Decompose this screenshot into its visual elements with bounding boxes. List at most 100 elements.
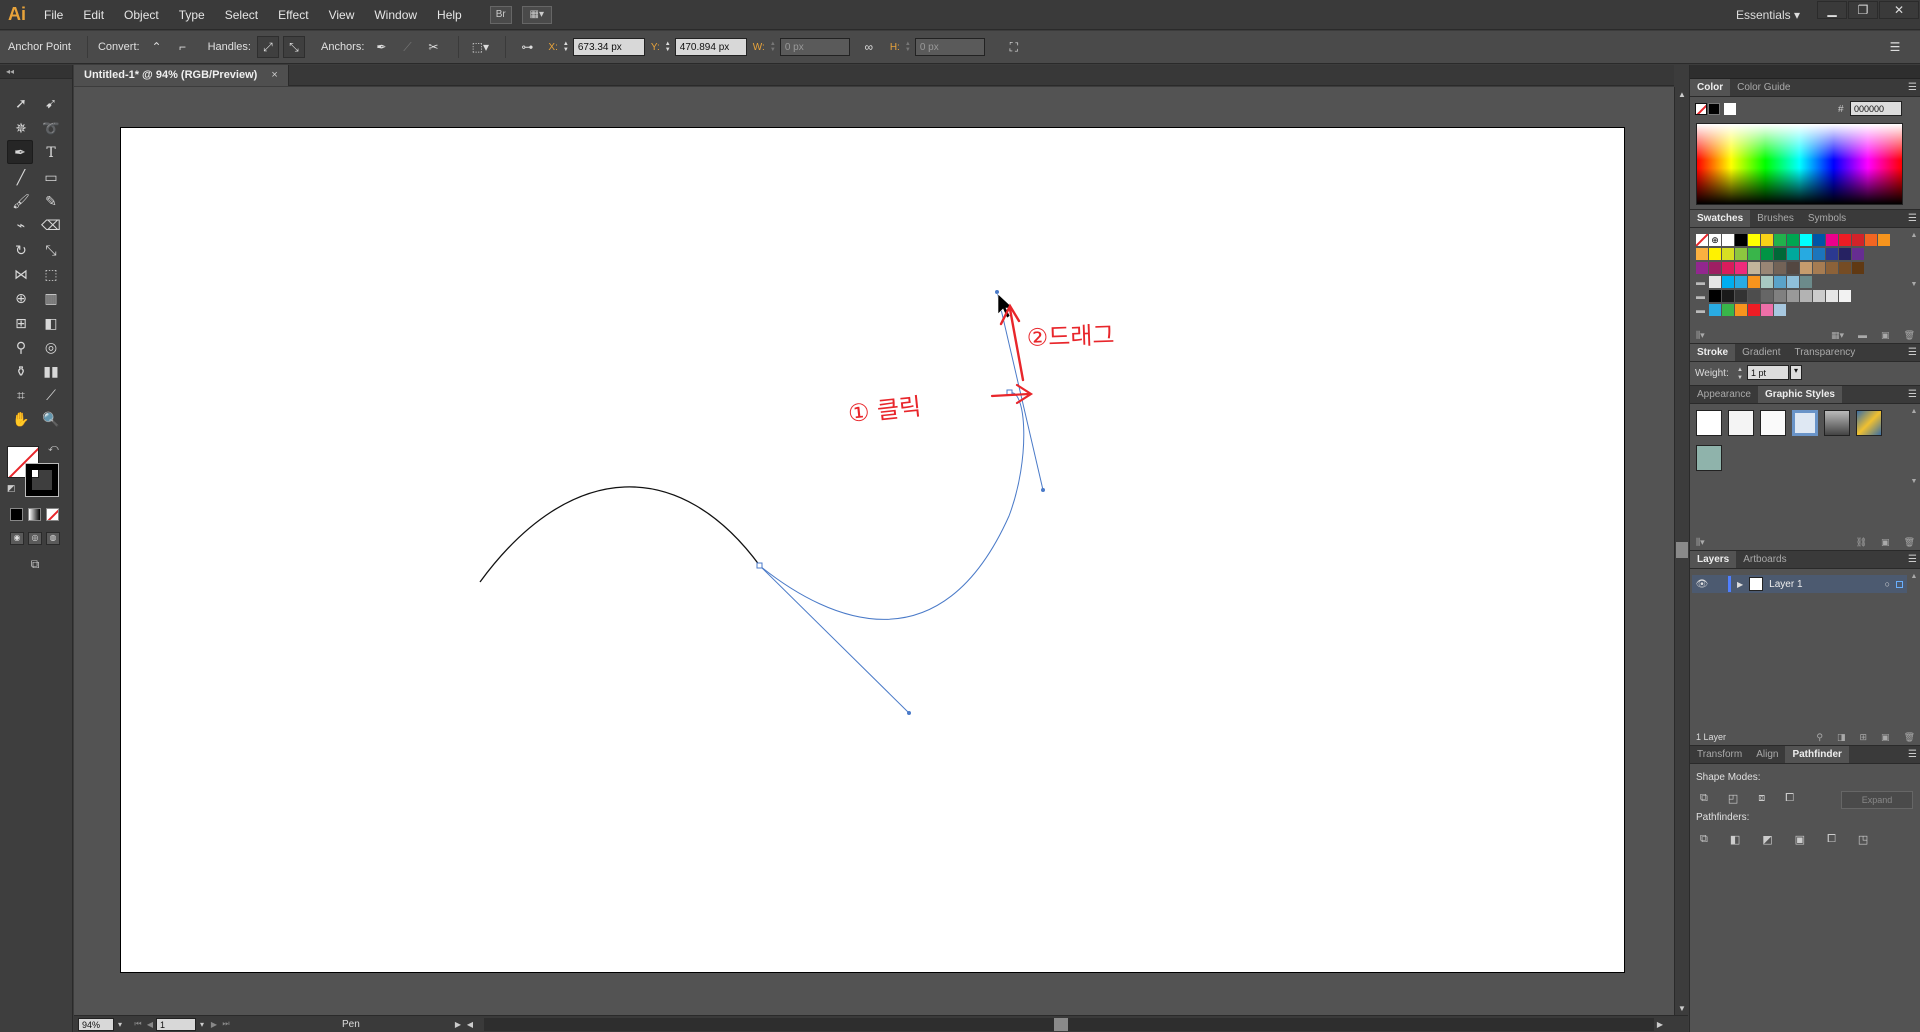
new-layer-icon[interactable]: ▣ — [1881, 732, 1890, 743]
workspace-switcher[interactable]: Essentials ▾ — [1736, 0, 1800, 30]
tab-pathfinder[interactable]: Pathfinder — [1785, 746, 1849, 763]
swatch-none[interactable] — [1696, 234, 1708, 246]
swatch[interactable] — [1839, 248, 1851, 260]
paintbrush-tool[interactable]: 🖌 — [8, 189, 34, 213]
handle-point[interactable] — [1041, 488, 1045, 492]
last-artboard-icon[interactable]: ⏭ — [220, 1018, 232, 1031]
swatch[interactable] — [1761, 234, 1773, 246]
swatch[interactable] — [1826, 234, 1838, 246]
menu-edit[interactable]: Edit — [73, 0, 114, 30]
color-mode-button[interactable] — [10, 508, 23, 521]
swatch[interactable] — [1800, 290, 1812, 302]
panel-menu-icon[interactable]: ☰ — [1908, 551, 1917, 569]
swatch[interactable] — [1709, 290, 1721, 302]
scroll-up-icon[interactable]: ▲ — [1675, 87, 1689, 101]
swatch[interactable] — [1722, 304, 1734, 316]
fill-none-icon[interactable] — [1695, 103, 1707, 115]
delete-swatch-icon[interactable]: 🗑 — [1904, 330, 1915, 341]
rotate-tool[interactable]: ↻ — [8, 238, 34, 262]
swatch[interactable] — [1787, 290, 1799, 302]
swatch[interactable] — [1800, 234, 1812, 246]
existing-path[interactable] — [479, 486, 761, 583]
draw-normal-button[interactable]: ◉ — [10, 532, 24, 545]
swatch[interactable] — [1774, 290, 1786, 302]
panel-menu-icon[interactable]: ☰ — [1908, 386, 1917, 404]
swatch[interactable] — [1709, 276, 1721, 288]
anchor-point[interactable] — [756, 562, 763, 569]
swatch[interactable] — [1735, 248, 1747, 260]
menu-select[interactable]: Select — [215, 0, 268, 30]
hand-tool[interactable]: ✋ — [8, 407, 34, 431]
swatch-registration[interactable]: ⊕ — [1709, 234, 1721, 246]
swatch[interactable] — [1826, 290, 1838, 302]
canvas-area[interactable]: ① 클릭 ②드래그 — [74, 87, 1674, 1015]
prev-artboard-icon[interactable]: ◀ — [144, 1018, 156, 1031]
draw-behind-button[interactable]: ◎ — [28, 532, 42, 545]
swatch[interactable] — [1761, 248, 1773, 260]
pencil-tool[interactable]: ✎ — [38, 189, 64, 213]
tab-symbols[interactable]: Symbols — [1801, 210, 1853, 227]
trim-icon[interactable]: ◧ — [1730, 833, 1740, 846]
swatch[interactable] — [1735, 234, 1747, 246]
stroke-black-swatch[interactable] — [1708, 103, 1720, 115]
tab-appearance[interactable]: Appearance — [1690, 386, 1758, 403]
artboard-tool[interactable]: ⌗ — [8, 383, 34, 407]
graphic-style-libraries-icon[interactable]: ⫼▾ — [1696, 537, 1705, 548]
panel-dock-header[interactable] — [1690, 65, 1920, 79]
layer-selected-indicator[interactable] — [1896, 580, 1903, 588]
swatch[interactable] — [1787, 248, 1799, 260]
layer-row[interactable]: 👁 ▶ Layer 1 ○ — [1692, 575, 1907, 593]
swatch[interactable] — [1839, 262, 1851, 274]
stroke-swatch[interactable] — [25, 463, 59, 497]
expand-layer-icon[interactable]: ▶ — [1737, 580, 1743, 589]
panel-menu-icon[interactable]: ☰ — [1908, 79, 1917, 97]
break-link-icon[interactable]: ⛓ — [1856, 537, 1867, 548]
width-tool[interactable]: ⋈ — [8, 262, 34, 286]
swatch[interactable] — [1774, 276, 1786, 288]
swatch[interactable] — [1839, 290, 1851, 302]
w-stepper[interactable]: ▲ ▼ — [768, 38, 778, 56]
swatch[interactable] — [1761, 262, 1773, 274]
first-artboard-icon[interactable]: ⏮ — [132, 1018, 144, 1031]
delete-layer-icon[interactable]: 🗑 — [1904, 732, 1915, 743]
swatch[interactable] — [1748, 234, 1760, 246]
direct-selection-tool[interactable]: ➹ — [38, 91, 64, 115]
constrain-proportions-button[interactable]: ∞ — [858, 36, 880, 58]
crop-icon[interactable]: ▣ — [1795, 833, 1805, 846]
swatch[interactable] — [1774, 248, 1786, 260]
arrange-documents-button[interactable]: ▦▾ — [521, 5, 552, 24]
swatch[interactable] — [1761, 276, 1773, 288]
expand-button[interactable]: Expand — [1841, 791, 1913, 809]
swatch[interactable] — [1709, 304, 1721, 316]
new-graphic-style-icon[interactable]: ▣ — [1881, 537, 1890, 548]
y-stepper[interactable]: ▲ ▼ — [663, 38, 673, 56]
status-menu-icon[interactable]: ▶ — [452, 1018, 464, 1031]
eraser-tool[interactable]: ⌫ — [38, 213, 64, 237]
tab-brushes[interactable]: Brushes — [1750, 210, 1801, 227]
x-stepper[interactable]: ▲ ▼ — [561, 38, 571, 56]
free-transform-tool[interactable]: ⬚ — [38, 262, 64, 286]
zoom-field[interactable]: 94% — [78, 1017, 114, 1031]
vertical-scrollbar[interactable]: ▲ ▼ — [1674, 87, 1688, 1015]
graphic-style-basic[interactable] — [1728, 410, 1754, 436]
none-mode-button[interactable] — [46, 508, 59, 521]
tab-layers[interactable]: Layers — [1690, 551, 1737, 568]
swatch[interactable] — [1748, 304, 1760, 316]
swatch[interactable] — [1800, 262, 1812, 274]
swatch[interactable] — [1813, 262, 1825, 274]
default-fill-stroke-icon[interactable]: ◩ — [7, 483, 16, 494]
swatch[interactable] — [1735, 276, 1747, 288]
direction-handle-upper[interactable] — [996, 291, 1044, 491]
swatch[interactable] — [1852, 248, 1864, 260]
swatch[interactable] — [1735, 262, 1747, 274]
clipping-mask-icon[interactable]: ◨ — [1837, 732, 1846, 743]
color-group-folder-icon[interactable]: ▬ — [1696, 304, 1708, 316]
panel-menu-icon[interactable]: ☰ — [1908, 210, 1917, 228]
locate-object-icon[interactable]: ⚲ — [1816, 732, 1823, 743]
weight-stepper[interactable]: ▲ ▼ — [1737, 366, 1743, 382]
swatch[interactable] — [1722, 234, 1734, 246]
intersect-icon[interactable]: ⧈ — [1758, 792, 1765, 805]
control-panel-menu-button[interactable]: ☰ — [1884, 36, 1906, 58]
layer-name[interactable]: Layer 1 — [1769, 579, 1802, 590]
scroll-left-icon[interactable]: ◀ — [464, 1018, 476, 1031]
